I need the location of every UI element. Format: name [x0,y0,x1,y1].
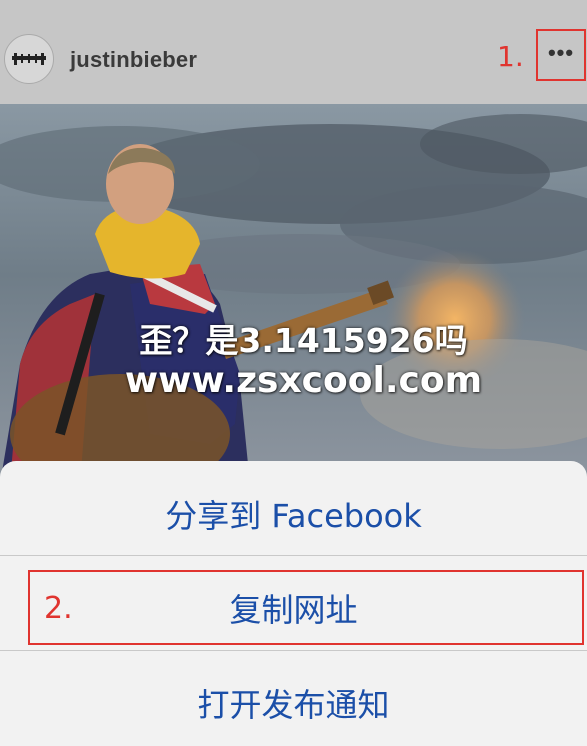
copy-link-option[interactable]: 复制网址 [0,585,587,631]
photo-image [0,104,587,484]
watermark-line-2: www.zsxcool.com [124,360,483,401]
divider [0,555,587,556]
action-sheet: 分享到 Facebook 2. 复制网址 打开发布通知 [0,461,587,746]
post-photo [0,104,587,484]
profile-logo-icon [12,53,46,65]
share-to-facebook-option[interactable]: 分享到 Facebook [0,491,587,537]
divider [0,650,587,651]
more-options-button[interactable]: ••• [536,29,586,81]
avatar[interactable] [4,34,54,84]
turn-on-post-notifications-option[interactable]: 打开发布通知 [0,680,587,726]
more-icon: ••• [547,40,575,65]
watermark-line-1: 歪？是3.1415926吗 [139,321,468,360]
username[interactable]: justinbieber [70,47,197,73]
annotation-step-1: 1. [497,40,524,73]
post-header: justinbieber 1. ••• [0,0,587,104]
